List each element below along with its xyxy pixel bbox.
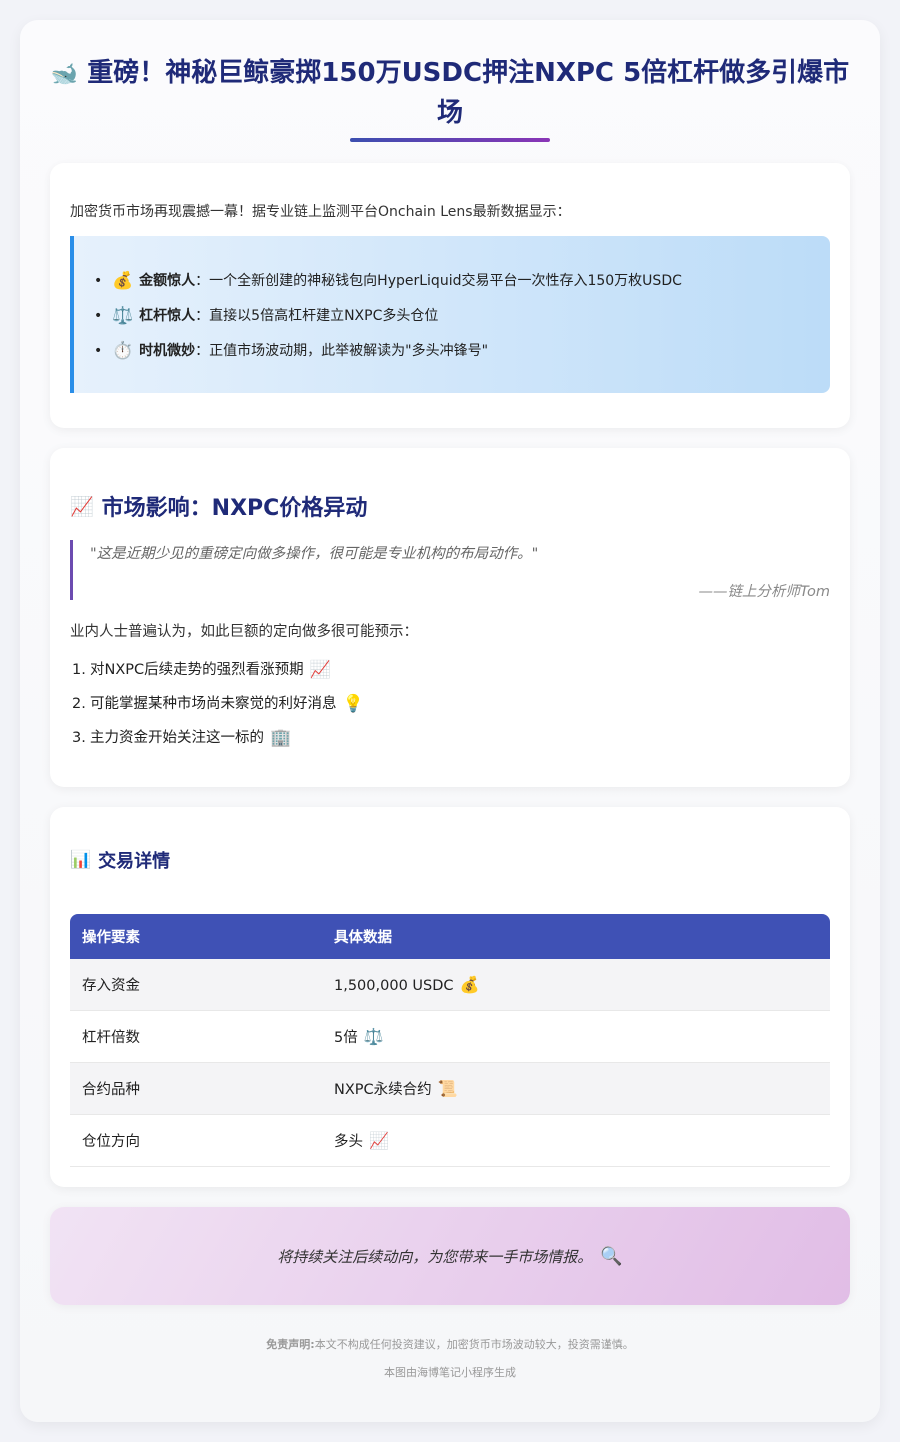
chart-up-icon: 📈 [70,495,94,518]
list-item: 3. 主力资金开始关注这一标的 🏢 [72,721,364,755]
intro-text: 加密货币市场再现震撼一幕！据专业链上监测平台Onchain Lens最新数据显示… [70,204,571,220]
table-cell-value: NXPC永续合约 📜 [322,1063,830,1115]
bullet-icon: • [94,308,103,324]
list-item: • 💰 金额惊人 ：一个全新创建的神秘钱包向HyperLiquid交易平台一次性… [94,264,682,299]
trade-heading: 📊 交易详情 [70,847,170,873]
table-row: 仓位方向 多头 📈 [70,1115,830,1167]
chart-up-icon: 📈 [369,1131,389,1150]
table-cell-value: 多头 📈 [322,1115,830,1167]
item-bold: 杠杆惊人 [139,308,196,324]
chart-up-icon: 📈 [309,660,331,680]
item-text: ：一个全新创建的神秘钱包向HyperLiquid交易平台一次性存入150万枚US… [195,273,682,289]
item-bold: 时机微妙 [139,343,196,359]
scroll-icon: 📜 [437,1079,458,1098]
page-title: 🐋 重磅！神秘巨鲸豪掷150万USDC押注NXPC 5倍杠杆做多引爆市场 [50,54,850,132]
table-header-row: 操作要素 具体数据 [70,914,830,959]
money-bag-icon: 💰 [112,271,134,291]
follow-up-note: 将持续关注后续动向，为您带来一手市场情报。 🔍 [50,1207,850,1305]
disclaimer: 免责声明:本文不构成任何投资建议，加密货币市场波动较大，投资需谨慎。 [50,1336,850,1352]
item-text: ：正值市场波动期，此举被解读为"多头冲锋号" [195,343,489,359]
impact-heading-text: 市场影响：NXPC价格异动 [101,496,368,521]
impact-list: 1. 对NXPC后续走势的强烈看涨预期 📈 2. 可能掌握某种市场尚未察觉的利好… [72,653,364,755]
light-bulb-icon: 💡 [342,694,364,714]
table-cell-label: 存入资金 [70,959,322,1011]
impact-card: 📈 市场影响：NXPC价格异动 "这是近期少见的重磅定向做多操作，很可能是专业机… [50,448,850,787]
item-number: 3. [72,730,86,746]
impact-lead: 业内人士普遍认为，如此巨额的定向做多很可能预示： [70,624,418,640]
list-item: • ⏱️ 时机微妙 ：正值市场波动期，此举被解读为"多头冲锋号" [94,334,682,369]
item-bold: 金额惊人 [139,273,196,289]
table-cell-value: 5倍 ⚖️ [322,1011,830,1063]
item-text: 主力资金开始关注这一标的 [90,730,264,746]
office-building-icon: 🏢 [270,728,292,748]
note-text: 将持续关注后续动向，为您带来一手市场情报。 [277,1247,593,1266]
trade-heading-text: 交易详情 [98,851,171,872]
page-title-text: 重磅！神秘巨鲸豪掷150万USDC押注NXPC 5倍杠杆做多引爆市场 [87,58,850,128]
table-cell-label: 杠杆倍数 [70,1011,322,1063]
balance-scale-icon: ⚖️ [112,306,134,326]
stopwatch-icon: ⏱️ [112,341,134,361]
footer-credit: 本图由海博笔记小程序生成 [384,1366,516,1379]
whale-icon: 🐋 [50,62,79,87]
list-item: 2. 可能掌握某种市场尚未察觉的利好消息 💡 [72,687,364,721]
highlight-box: • 💰 金额惊人 ：一个全新创建的神秘钱包向HyperLiquid交易平台一次性… [70,236,830,393]
cell-value-text: 1,500,000 USDC [334,978,454,994]
item-number: 2. [72,696,86,712]
balance-scale-icon: ⚖️ [363,1027,384,1046]
quote-source: ——链上分析师Tom [698,584,830,600]
title-underline [350,138,550,142]
cell-value-text: 5倍 [334,1030,358,1046]
table-cell-value: 1,500,000 USDC 💰 [322,959,830,1011]
table-row: 杠杆倍数 5倍 ⚖️ [70,1011,830,1063]
list-item: • ⚖️ 杠杆惊人 ：直接以5倍高杠杆建立NXPC多头仓位 [94,299,682,334]
bullet-icon: • [94,273,103,289]
list-item: 1. 对NXPC后续走势的强烈看涨预期 📈 [72,653,364,687]
item-text: 可能掌握某种市场尚未察觉的利好消息 [90,696,337,712]
table-row: 存入资金 1,500,000 USDC 💰 [70,959,830,1011]
cell-value-text: 多头 [334,1134,363,1150]
intro-card: 加密货币市场再现震撼一幕！据专业链上监测平台Onchain Lens最新数据显示… [50,163,850,428]
analyst-quote: "这是近期少见的重磅定向做多操作，很可能是专业机构的布局动作。" ——链上分析师… [70,540,830,600]
quote-text: "这是近期少见的重磅定向做多操作，很可能是专业机构的布局动作。" [90,546,539,562]
item-number: 1. [72,662,86,678]
magnifier-icon: 🔍 [600,1245,623,1267]
page: 🐋 重磅！神秘巨鲸豪掷150万USDC押注NXPC 5倍杠杆做多引爆市场 加密货… [20,20,880,1422]
column-header: 操作要素 [70,914,322,959]
table-cell-label: 仓位方向 [70,1115,322,1167]
trade-card: 📊 交易详情 操作要素 具体数据 存入资金 1,500,000 USDC 💰 杠杆… [50,807,850,1187]
item-text: 对NXPC后续走势的强烈看涨预期 [90,662,304,678]
impact-heading: 📈 市场影响：NXPC价格异动 [70,490,367,522]
money-bag-icon: 💰 [459,975,480,994]
table-cell-label: 合约品种 [70,1063,322,1115]
bar-chart-icon: 📊 [70,850,92,870]
disclaimer-text: 本文不构成任何投资建议，加密货币市场波动较大，投资需谨慎。 [314,1338,634,1351]
highlight-list: • 💰 金额惊人 ：一个全新创建的神秘钱包向HyperLiquid交易平台一次性… [94,264,682,369]
bullet-icon: • [94,343,103,359]
column-header: 具体数据 [322,914,830,959]
item-text: ：直接以5倍高杠杆建立NXPC多头仓位 [195,308,439,324]
cell-value-text: NXPC永续合约 [334,1082,432,1098]
table-row: 合约品种 NXPC永续合约 📜 [70,1063,830,1115]
disclaimer-label: 免责声明: [266,1338,315,1351]
trade-table: 操作要素 具体数据 存入资金 1,500,000 USDC 💰 杠杆倍数 5倍 ⚖️… [70,914,830,1167]
